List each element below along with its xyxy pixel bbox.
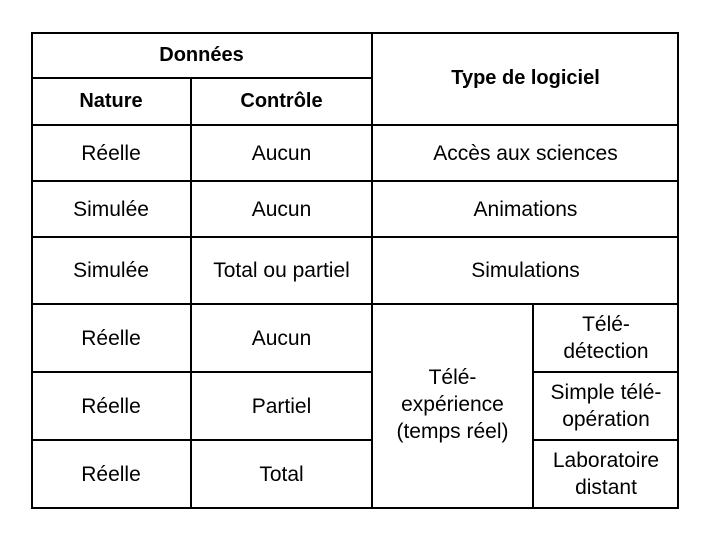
cell-nature-4: Réelle	[81, 326, 141, 350]
cell-controle-6: Total	[259, 462, 304, 486]
cell-subtype-4: Télé- détection	[563, 313, 649, 363]
header-controle: Contrôle	[240, 90, 323, 112]
cell-type-1: Accès aux sciences	[433, 141, 618, 165]
cell-nature-2: Simulée	[73, 197, 149, 221]
cell-type-3: Simulations	[471, 259, 580, 282]
cell-controle-5: Partiel	[251, 394, 312, 418]
cell-controle-2: Aucun	[251, 197, 312, 221]
cell-subtype-6: Laboratoire distant	[552, 449, 660, 499]
header-type-logiciel: Type de logiciel	[451, 67, 600, 89]
cell-nature-6: Réelle	[81, 462, 141, 486]
software-type-table: Données Nature Contrôle Type de logiciel…	[31, 32, 679, 509]
cell-type-2: Animations	[473, 197, 578, 221]
cell-nature-1: Réelle	[81, 141, 141, 165]
cell-tele-experience: Télé- expérience (temps réel)	[396, 365, 509, 443]
cell-nature-3: Simulée	[73, 259, 149, 282]
header-donnees: Données	[159, 43, 244, 66]
header-nature: Nature	[79, 90, 143, 112]
cell-controle-1: Aucun	[251, 141, 312, 165]
cell-nature-5: Réelle	[81, 394, 141, 418]
cell-subtype-5: Simple télé- opération	[550, 381, 662, 431]
cell-controle-3: Total ou partiel	[213, 259, 350, 282]
cell-controle-4: Aucun	[251, 326, 312, 350]
